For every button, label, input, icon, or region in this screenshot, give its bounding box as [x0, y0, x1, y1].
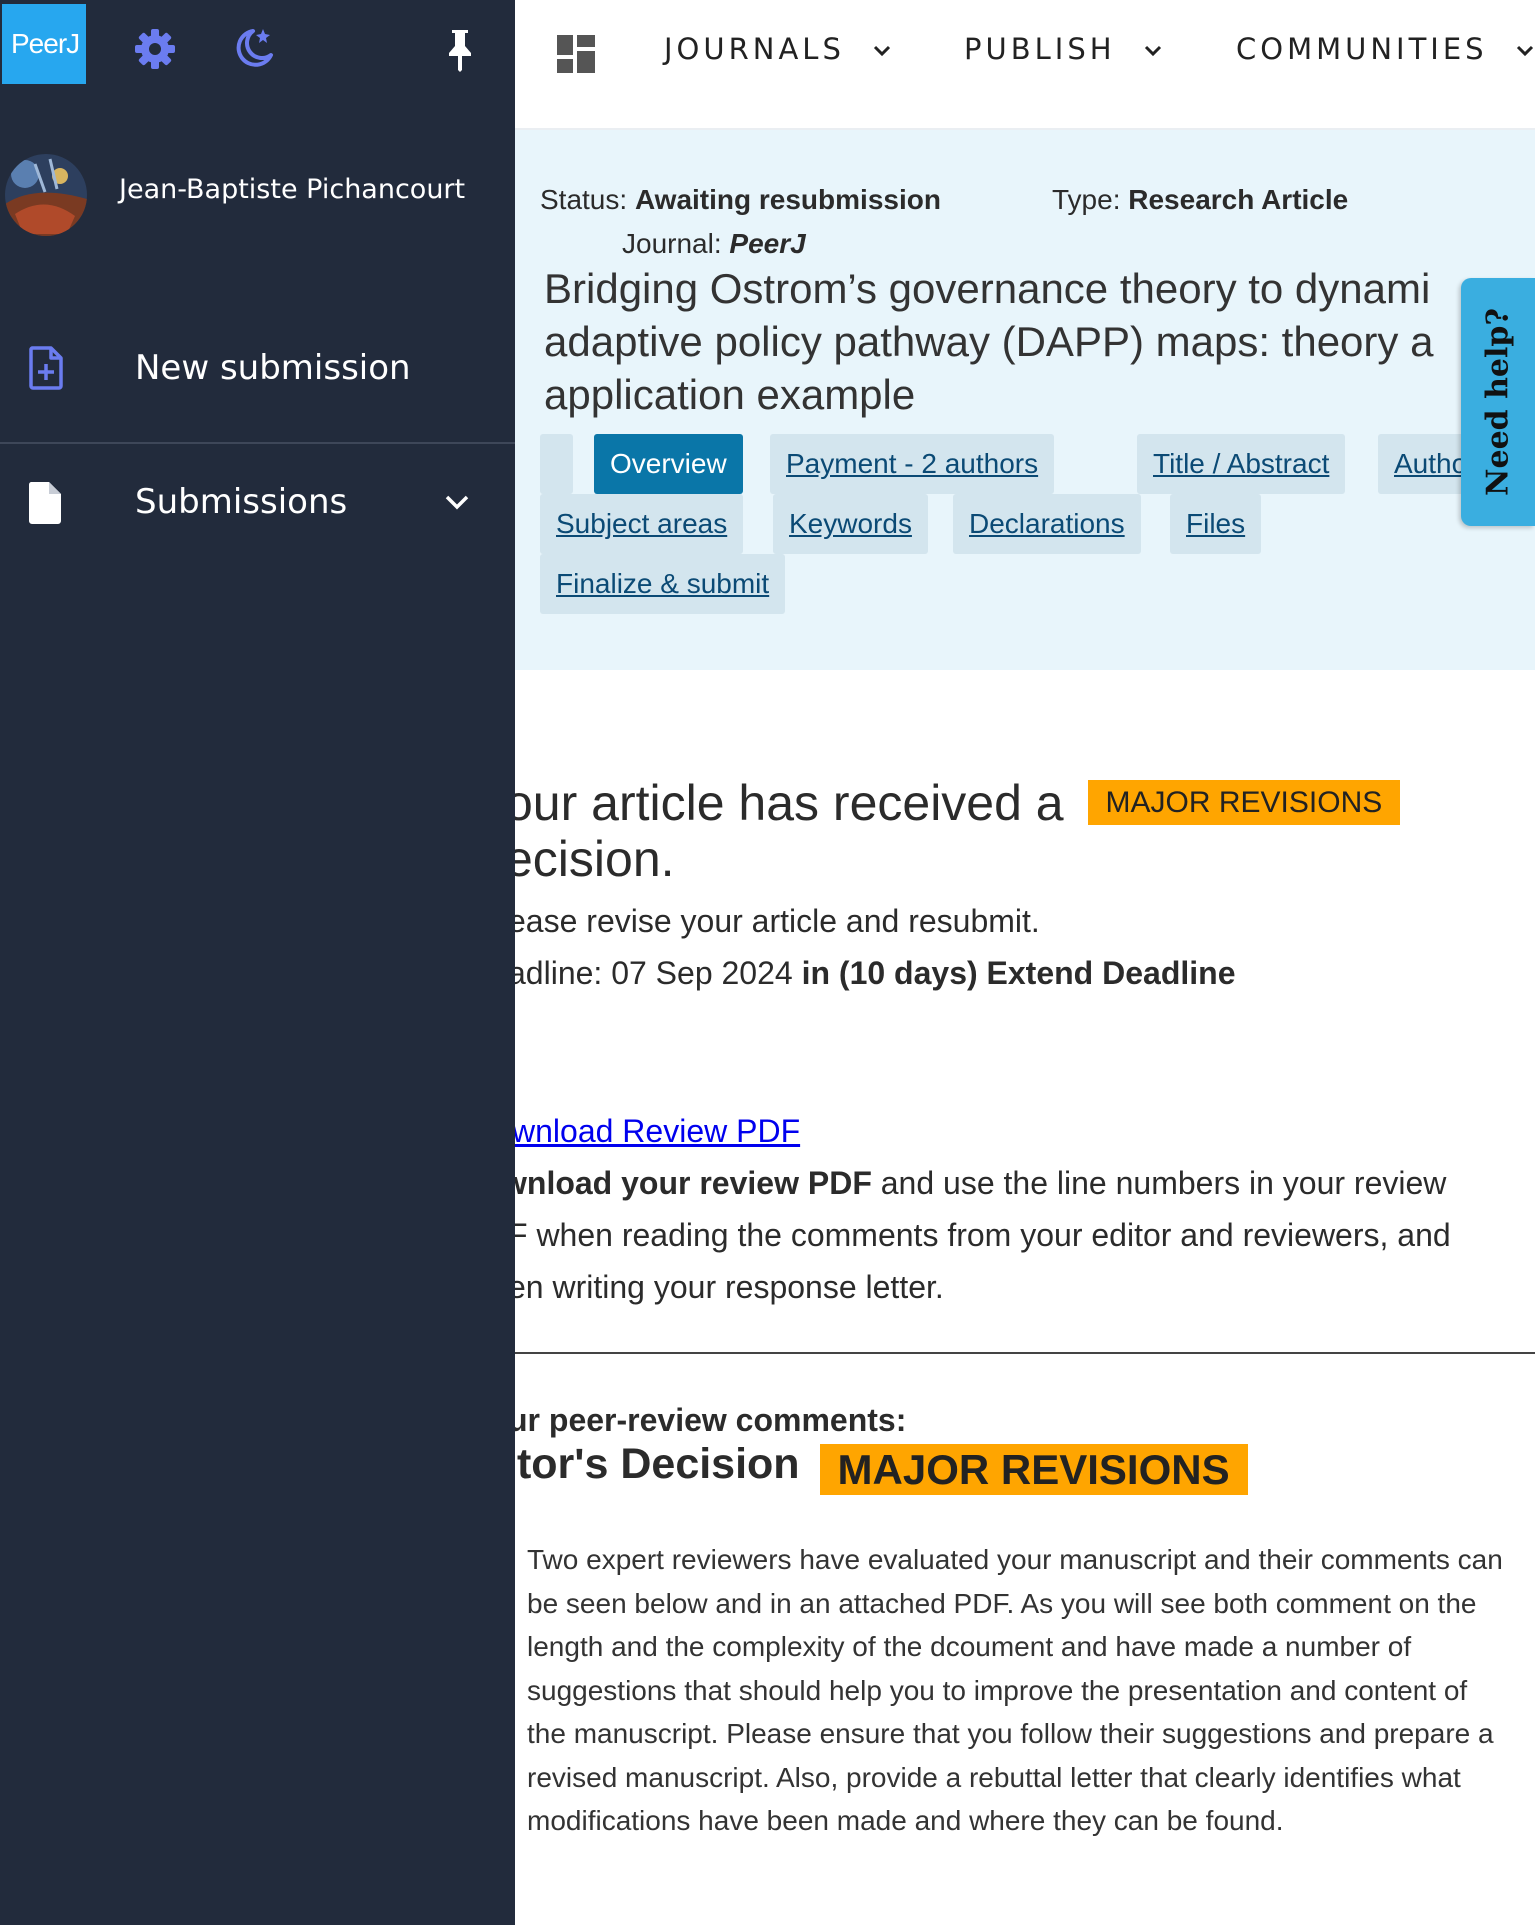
status-value: Awaiting resubmission	[634, 184, 941, 215]
tab-title-abstract[interactable]: Title / Abstract	[1137, 434, 1346, 494]
deadline-date: adline: 07 Sep 2024	[508, 955, 793, 991]
tab-finalize-submit[interactable]: Finalize & submit	[540, 554, 786, 614]
nav-communities[interactable]: COMMUNITIES	[1236, 32, 1535, 66]
extend-deadline[interactable]: in (10 days) Extend Deadline	[802, 955, 1236, 991]
section-divider	[515, 1352, 1535, 1354]
decision-badge: MAJOR REVISIONS	[1087, 779, 1401, 825]
tab-subject-areas[interactable]: Subject areas	[540, 494, 744, 554]
download-review-pdf-link[interactable]: wnload Review PDF	[512, 1113, 800, 1150]
download-instructions-line1: wnload your review PDF and use the line …	[502, 1165, 1446, 1202]
apps-grid-icon[interactable]	[557, 35, 595, 73]
logo-text: PeerJ	[11, 28, 80, 59]
article-title: Bridging Ostrom’s governance theory to d…	[544, 265, 1434, 418]
new-document-icon	[29, 346, 63, 390]
download-instructions-line3: en writing your response letter.	[508, 1269, 944, 1305]
editor-decision-heading: itor's Decision MAJOR REVISIONS	[505, 1440, 1248, 1495]
deadline-line: adline: 07 Sep 2024 in (10 days) Extend …	[508, 955, 1235, 992]
chevron-down-icon	[1516, 45, 1533, 57]
tab-payment[interactable]: Payment - 2 authors	[770, 434, 1055, 494]
peerj-logo[interactable]: PeerJ	[2, 4, 86, 84]
editor-decision-badge: MAJOR REVISIONS	[819, 1444, 1248, 1495]
journal-line: Journal: PeerJ	[622, 228, 806, 260]
chevron-down-icon	[1144, 45, 1161, 57]
sidebar-divider	[0, 442, 515, 444]
download-instructions-rest: and use the line numbers in your review	[880, 1165, 1447, 1201]
pin-icon[interactable]	[446, 28, 474, 72]
editor-decision-text: itor's Decision	[505, 1440, 800, 1488]
decision-heading-line2: ecision.	[505, 831, 675, 887]
tab-blank[interactable]	[540, 434, 573, 494]
nav-publish[interactable]: PUBLISH	[964, 32, 1163, 66]
document-icon	[28, 482, 61, 524]
new-submission-link[interactable]: New submission	[135, 348, 411, 388]
type-line: Type: Research Article	[1052, 184, 1348, 216]
tab-declarations[interactable]: Declarations	[953, 494, 1141, 554]
nav-journals[interactable]: JOURNALS	[664, 32, 892, 66]
user-name[interactable]: Jean-Baptiste Pichancourt	[119, 174, 465, 205]
nav-publish-label: PUBLISH	[964, 32, 1116, 66]
need-help-label: Need help?	[1480, 308, 1516, 496]
decision-heading-line1: our article has received a MAJOR REVISIO…	[505, 774, 1401, 832]
chevron-down-icon	[874, 45, 891, 57]
tab-overview[interactable]: Overview	[594, 434, 743, 494]
tab-keywords[interactable]: Keywords	[773, 494, 928, 554]
download-instructions-line2: F when reading the comments from your ed…	[508, 1217, 1451, 1253]
status-line: Status: Awaiting resubmission	[540, 184, 941, 216]
type-value: Research Article	[1128, 184, 1349, 215]
sidebar: PeerJ Jean-Baptiste Pichancourt New subm…	[0, 0, 515, 1925]
dark-mode-moon-icon[interactable]	[231, 25, 277, 71]
download-instructions-bold: wnload your review PDF	[502, 1165, 872, 1201]
journal-label: Journal:	[622, 228, 722, 259]
peer-review-comments-heading: ur peer-review comments:	[508, 1402, 907, 1438]
editor-decision-body: Two expert reviewers have evaluated your…	[527, 1544, 1503, 1836]
tab-files[interactable]: Files	[1170, 494, 1262, 554]
status-label: Status:	[540, 184, 628, 215]
need-help-tab[interactable]: Need help?	[1461, 278, 1535, 526]
revise-text: ease revise your article and resubmit.	[508, 903, 1040, 939]
nav-journals-label: JOURNALS	[664, 32, 845, 66]
submissions-menu[interactable]: Submissions	[135, 482, 347, 522]
type-label: Type:	[1052, 184, 1121, 215]
nav-communities-label: COMMUNITIES	[1236, 32, 1488, 66]
avatar-image	[5, 154, 87, 236]
journal-value: PeerJ	[729, 228, 806, 259]
decision-heading-text: our article has received a	[505, 775, 1064, 831]
gear-icon[interactable]	[133, 27, 177, 71]
user-avatar[interactable]	[5, 154, 87, 236]
chevron-down-icon[interactable]	[444, 493, 470, 511]
